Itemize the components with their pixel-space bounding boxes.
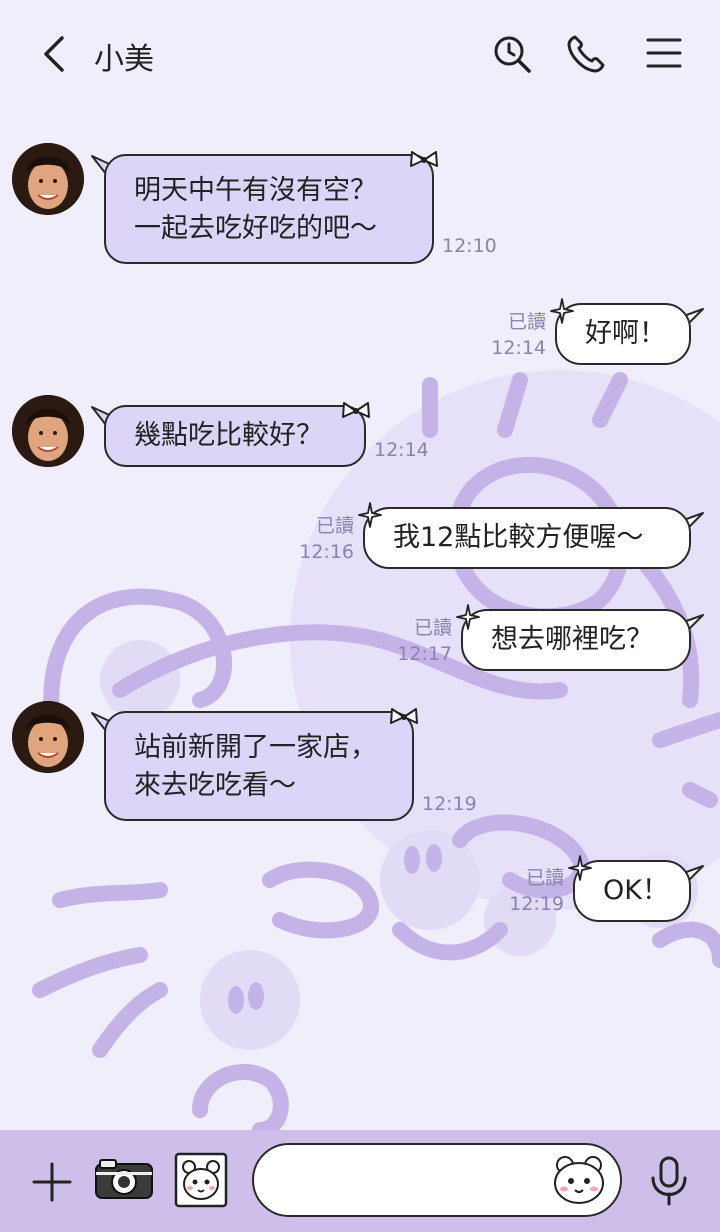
read-status: 已讀 [525,867,564,889]
message-text-line: 一起去吃好吃的吧～ [134,213,377,244]
microphone-icon[interactable] [648,1156,690,1206]
plus-icon[interactable] [30,1160,74,1204]
input-bar [0,1130,720,1232]
sparkle-icon [456,604,480,630]
chat-header: 小美 [0,0,720,110]
bow-icon [342,402,370,418]
sparkle-icon [550,298,574,324]
phone-icon[interactable] [566,34,606,74]
camera-icon[interactable] [94,1156,154,1202]
message-bubble-incoming[interactable]: 明天中午有沒有空？ 一起去吃好吃的吧～ [91,151,438,264]
message-text: 好啊！ [555,303,691,365]
read-status: 已讀 [507,311,546,333]
timestamp: 12:19 [422,793,477,815]
message-text-line: 站前新開了一家店， [134,732,377,763]
message-bubble-outgoing[interactable]: 好啊！ [550,298,704,365]
message-text-line: 明天中午有沒有空？ [134,175,377,206]
timestamp: 12:16 [299,541,354,563]
chat-title: 小美 [94,42,154,77]
timestamp: 12:17 [397,643,452,665]
bow-icon [410,151,438,167]
emoji-icon[interactable] [550,1153,608,1207]
search-icon[interactable] [492,34,532,74]
message-input[interactable] [252,1143,622,1217]
sparkle-icon [358,502,382,528]
message-bubble-incoming[interactable]: 站前新開了一家店， 來去吃吃看～ [91,708,418,821]
timestamp: 12:14 [374,439,429,461]
chevron-left-icon[interactable] [36,34,70,74]
message-text: 想去哪裡吃？ [461,609,691,671]
sticker-icon[interactable] [174,1152,228,1208]
timestamp: 12:10 [442,235,497,257]
read-status: 已讀 [413,617,452,639]
avatar[interactable] [12,395,84,467]
timestamp: 12:14 [491,337,546,359]
avatar[interactable] [12,701,84,773]
message-bubble-outgoing[interactable]: OK！ [568,855,704,922]
avatar[interactable] [12,143,84,215]
sparkle-icon [568,855,592,881]
menu-icon[interactable] [646,36,682,70]
message-text-line: 來去吃吃看～ [134,770,296,801]
message-bubble-outgoing[interactable]: 我12點比較方便喔～ [358,502,704,569]
timestamp: 12:19 [509,893,564,915]
read-status: 已讀 [315,515,354,537]
message-bubble-outgoing[interactable]: 想去哪裡吃？ [456,604,704,671]
message-text: 我12點比較方便喔～ [363,507,691,569]
message-text: 幾點吃比較好？ [104,405,366,467]
bow-icon [390,708,418,724]
message-bubble-incoming[interactable]: 幾點吃比較好？ [91,402,370,467]
